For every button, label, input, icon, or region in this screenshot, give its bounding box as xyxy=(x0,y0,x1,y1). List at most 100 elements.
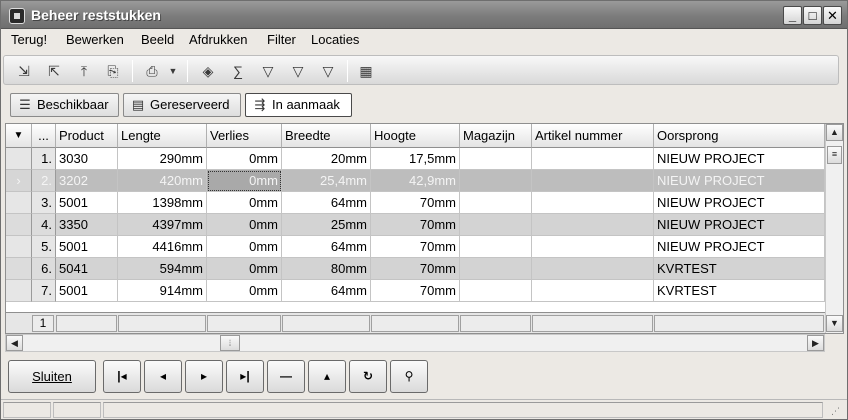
table-cell-lengte[interactable]: 4416mm xyxy=(118,236,207,258)
column-header-verlies[interactable]: Verlies xyxy=(207,124,282,148)
table-cell-breedte[interactable]: 64mm xyxy=(282,236,371,258)
refresh-button[interactable]: ↻ xyxy=(349,360,387,393)
column-header-breedte[interactable]: Breedte xyxy=(282,124,371,148)
table-row[interactable]: › 2. 3202 420mm 0mm 25,4mm 42,9mm NIEUW PROJECT xyxy=(6,170,825,192)
row-indicator[interactable]: › xyxy=(6,170,32,192)
table-cell-product[interactable]: 3350 xyxy=(56,214,118,236)
column-header-artikel-nummer[interactable]: Artikel nummer xyxy=(532,124,654,148)
table-cell-lengte[interactable]: 420mm xyxy=(118,170,207,192)
table-cell-hoogte[interactable]: 70mm xyxy=(371,236,460,258)
data-grid[interactable]: ▼ ... Product Lengte Verlies Breedte Hoo… xyxy=(5,123,844,334)
table-cell-oorsprong[interactable]: KVRTEST xyxy=(654,280,825,302)
title-bar[interactable]: Beheer reststukken _ □ ✕ xyxy=(1,1,847,29)
row-indicator[interactable] xyxy=(6,280,32,302)
table-cell-verlies[interactable]: 0mm xyxy=(207,236,282,258)
column-header-lengte[interactable]: Lengte xyxy=(118,124,207,148)
table-cell-product[interactable]: 3202 xyxy=(56,170,118,192)
table-cell-verlies[interactable]: 0mm xyxy=(207,258,282,280)
menu-bewerken[interactable]: Bewerken xyxy=(66,32,124,47)
table-cell-lengte[interactable]: 1398mm xyxy=(118,192,207,214)
dropdown-arrow-icon[interactable]: ▼ xyxy=(166,60,180,82)
menu-beeld[interactable]: Beeld xyxy=(141,32,174,47)
scroll-up-icon[interactable]: ▲ xyxy=(826,124,843,141)
horizontal-scrollbar[interactable]: ◀ ⦙ ▶ xyxy=(5,334,825,352)
table-cell-breedte[interactable]: 64mm xyxy=(282,280,371,302)
last-record-button[interactable]: ▸| xyxy=(226,360,264,393)
table-row[interactable]: 6. 5041 594mm 0mm 80mm 70mm KVRTEST xyxy=(6,258,825,280)
table-cell-hoogte[interactable]: 70mm xyxy=(371,280,460,302)
table-row[interactable]: 4. 3350 4397mm 0mm 25mm 70mm NIEUW PROJECT xyxy=(6,214,825,236)
menu-filter[interactable]: Filter xyxy=(267,32,296,47)
table-cell-hoogte[interactable]: 70mm xyxy=(371,258,460,280)
search-button[interactable]: ⚲ xyxy=(390,360,428,393)
table-cell-hoogte[interactable]: 70mm xyxy=(371,214,460,236)
filter-dollar-icon[interactable]: ▽ xyxy=(256,60,280,82)
resize-grip-icon[interactable]: ⋰ xyxy=(831,406,840,417)
table-cell-lengte[interactable]: 4397mm xyxy=(118,214,207,236)
table-cell-verlies[interactable]: 0mm xyxy=(207,280,282,302)
vertical-scrollbar[interactable]: ▲ ≡ ▼ xyxy=(825,124,843,333)
table-cell-product[interactable]: 5001 xyxy=(56,280,118,302)
table-cell-verlies[interactable]: 0mm xyxy=(207,170,282,192)
column-header-hoogte[interactable]: Hoogte xyxy=(371,124,460,148)
filter-barcode-icon[interactable]: ▽ xyxy=(286,60,310,82)
table-cell-oorsprong[interactable]: NIEUW PROJECT xyxy=(654,148,825,170)
row-indicator[interactable] xyxy=(6,236,32,258)
prior-record-button[interactable]: ◂ xyxy=(144,360,182,393)
menu-afdrukken[interactable]: Afdrukken xyxy=(189,32,248,47)
table-cell-verlies[interactable]: 0mm xyxy=(207,192,282,214)
table-cell-magazijn[interactable] xyxy=(460,148,532,170)
table-row[interactable]: 1. 3030 290mm 0mm 20mm 17,5mm NIEUW PROJECT xyxy=(6,148,825,170)
table-cell-oorsprong[interactable]: NIEUW PROJECT xyxy=(654,192,825,214)
table-cell-product[interactable]: 3030 xyxy=(56,148,118,170)
align-up-icon[interactable]: ⤒ xyxy=(72,60,96,82)
column-header-product[interactable]: Product xyxy=(56,124,118,148)
menu-locaties[interactable]: Locaties xyxy=(311,32,359,47)
table-cell-artikel-nummer[interactable] xyxy=(532,148,654,170)
align-top-icon[interactable]: ⇱ xyxy=(42,60,66,82)
table-cell-hoogte[interactable]: 70mm xyxy=(371,192,460,214)
table-cell-artikel-nummer[interactable] xyxy=(532,192,654,214)
horizontal-scroll-thumb[interactable]: ⦙ xyxy=(220,335,240,351)
table-cell-oorsprong[interactable]: NIEUW PROJECT xyxy=(654,236,825,258)
delete-record-button[interactable]: — xyxy=(267,360,305,393)
row-indicator[interactable] xyxy=(6,192,32,214)
row-indicator[interactable] xyxy=(6,258,32,280)
table-cell-hoogte[interactable]: 42,9mm xyxy=(371,170,460,192)
table-cell-breedte[interactable]: 80mm xyxy=(282,258,371,280)
table-cell-oorsprong[interactable]: KVRTEST xyxy=(654,258,825,280)
vertical-scroll-thumb[interactable]: ≡ xyxy=(827,146,842,164)
tab-in-aanmaak[interactable]: ⇶ In aanmaak xyxy=(245,93,352,117)
row-indicator-header[interactable]: ▼ xyxy=(6,124,32,148)
sluiten-button[interactable]: Sluiten xyxy=(8,360,96,393)
scroll-left-icon[interactable]: ◀ xyxy=(6,335,23,351)
filter-doc-icon[interactable]: ▽ xyxy=(316,60,340,82)
maximize-button[interactable]: □ xyxy=(803,6,822,25)
tag-icon[interactable]: ◈ xyxy=(196,60,220,82)
table-cell-magazijn[interactable] xyxy=(460,192,532,214)
align-bottom-icon[interactable]: ⇲ xyxy=(12,60,36,82)
table-cell-oorsprong[interactable]: NIEUW PROJECT xyxy=(654,170,825,192)
sum-icon[interactable]: ∑ xyxy=(226,60,250,82)
close-window-button[interactable]: ✕ xyxy=(823,6,842,25)
edit-record-button[interactable]: ▴ xyxy=(308,360,346,393)
table-cell-magazijn[interactable] xyxy=(460,214,532,236)
tab-gereserveerd[interactable]: ▤ Gereserveerd xyxy=(123,93,241,117)
row-number-header[interactable]: ... xyxy=(32,124,56,148)
table-cell-oorsprong[interactable]: NIEUW PROJECT xyxy=(654,214,825,236)
row-indicator[interactable] xyxy=(6,214,32,236)
table-cell-verlies[interactable]: 0mm xyxy=(207,214,282,236)
first-record-button[interactable]: |◂ xyxy=(103,360,141,393)
table-cell-product[interactable]: 5001 xyxy=(56,236,118,258)
column-header-magazijn[interactable]: Magazijn xyxy=(460,124,532,148)
table-row[interactable]: 5. 5001 4416mm 0mm 64mm 70mm NIEUW PROJECT xyxy=(6,236,825,258)
table-cell-product[interactable]: 5001 xyxy=(56,192,118,214)
table-cell-artikel-nummer[interactable] xyxy=(532,214,654,236)
column-header-oorsprong[interactable]: Oorsprong xyxy=(654,124,825,148)
table-cell-breedte[interactable]: 20mm xyxy=(282,148,371,170)
print-icon[interactable]: ⎙ xyxy=(140,60,164,82)
table-cell-artikel-nummer[interactable] xyxy=(532,170,654,192)
row-indicator[interactable] xyxy=(6,148,32,170)
table-cell-breedte[interactable]: 64mm xyxy=(282,192,371,214)
table-cell-breedte[interactable]: 25,4mm xyxy=(282,170,371,192)
